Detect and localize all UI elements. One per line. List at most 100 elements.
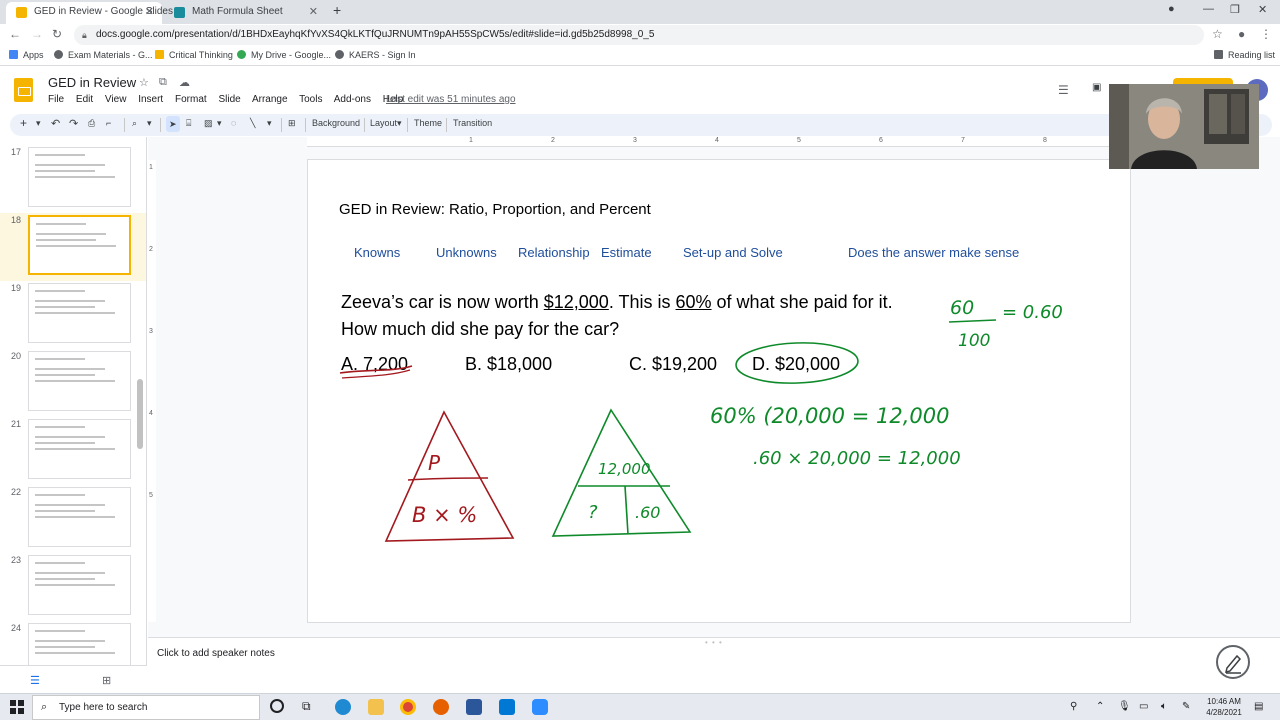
chevron-down-icon[interactable]: ▾ [147, 118, 152, 129]
chrome-icon[interactable] [400, 699, 416, 715]
zoom-icon[interactable]: ⌕ [132, 118, 137, 129]
taskbar-search[interactable]: ⌕ Type here to search [32, 695, 260, 720]
bookmark-apps[interactable]: Apps [9, 50, 44, 60]
grid-view-icon[interactable]: ⊞ [102, 674, 111, 687]
slide-thumbnail[interactable] [28, 555, 131, 615]
reading-list[interactable]: Reading list [1214, 50, 1275, 60]
select-cursor-icon[interactable]: ➤ [166, 116, 180, 132]
redo-icon[interactable]: ↷ [69, 117, 78, 130]
menu-arrange[interactable]: Arrange [252, 94, 288, 105]
slide-thumbnail[interactable] [28, 419, 131, 479]
mail-icon[interactable] [499, 699, 515, 715]
transition-button[interactable]: Transition [453, 118, 492, 128]
forward-arrow-icon[interactable]: → [31, 27, 43, 41]
more-menu-icon[interactable]: ⋮ [1260, 27, 1272, 41]
account-icon[interactable]: ● [1238, 27, 1245, 41]
speaker-notes[interactable]: • • • Click to add speaker notes [148, 637, 1280, 665]
windows-start-icon[interactable] [10, 700, 24, 714]
reload-icon[interactable]: ↻ [52, 27, 62, 41]
chevron-down-icon[interactable]: ▾ [267, 118, 272, 129]
slide-thumbnail[interactable] [28, 147, 131, 207]
chevron-up-icon[interactable]: ⌃ [1096, 701, 1104, 712]
address-bar[interactable]: 🔒︎ docs.google.com/presentation/d/1BHDxE… [74, 25, 1204, 45]
menu-addons[interactable]: Add-ons [334, 94, 371, 105]
slide-thumbnail[interactable] [28, 623, 131, 665]
menu-file[interactable]: File [48, 94, 64, 105]
document-title[interactable]: GED in Review [48, 75, 136, 90]
slides-logo-icon[interactable] [14, 78, 33, 102]
pen-tool-icon[interactable] [1216, 645, 1250, 679]
new-tab-button[interactable]: + [333, 2, 341, 18]
ruler-tick-label: 2 [551, 137, 555, 144]
system-clock[interactable]: 10:46 AM 4/28/2021 [1200, 696, 1248, 718]
move-folder-icon[interactable]: ⧉ [159, 76, 167, 89]
menu-tools[interactable]: Tools [299, 94, 322, 105]
store-icon[interactable] [466, 699, 482, 715]
file-explorer-icon[interactable] [368, 699, 384, 715]
cortana-icon[interactable] [270, 699, 284, 713]
slide-thumbnail[interactable] [28, 487, 131, 547]
bookmark-exam-materials[interactable]: Exam Materials - G... [54, 50, 153, 60]
close-icon[interactable]: ✕ [145, 2, 154, 22]
notifications-icon[interactable]: ▤ [1254, 701, 1263, 712]
filmstrip-view-icon[interactable]: ☰ [30, 674, 40, 687]
slide-thumbnail[interactable] [28, 351, 131, 411]
network-icon[interactable]: ▭ [1139, 701, 1148, 712]
bookmark-my-drive[interactable]: My Drive - Google... [237, 50, 331, 60]
line-icon[interactable]: ╲ [250, 118, 255, 129]
volume-icon[interactable]: 🔈︎ [1161, 701, 1167, 712]
layout-button[interactable]: Layout▾ [370, 118, 402, 129]
comment-history-icon[interactable]: ☰ [1058, 83, 1069, 97]
bookmark-star-icon[interactable]: ☆ [1212, 27, 1223, 41]
new-slide-icon[interactable]: + [20, 116, 27, 130]
menu-view[interactable]: View [105, 94, 127, 105]
background-button[interactable]: Background [312, 118, 360, 128]
star-icon[interactable]: ☆ [139, 76, 149, 89]
add-comment-icon[interactable]: ⊞ [288, 118, 296, 129]
menu-edit[interactable]: Edit [76, 94, 93, 105]
thumbnail-text-line [35, 584, 115, 586]
undo-icon[interactable]: ↶ [51, 117, 60, 130]
minimize-icon[interactable]: — [1203, 3, 1214, 15]
menu-insert[interactable]: Insert [138, 94, 163, 105]
slide-number: 22 [11, 487, 22, 497]
print-icon[interactable]: ⎙ [88, 118, 95, 129]
bookmark-kaers[interactable]: KAERS - Sign In [335, 50, 416, 60]
last-edit-link[interactable]: Last edit was 51 minutes ago [386, 94, 516, 105]
edge-icon[interactable] [335, 699, 351, 715]
thumbnail-text-line [35, 578, 95, 580]
pen-icon[interactable]: ✎ [1182, 701, 1190, 712]
bookmark-critical-thinking[interactable]: Critical Thinking [155, 50, 233, 60]
slide-canvas[interactable]: GED in Review: Ratio, Proportion, and Pe… [307, 159, 1131, 623]
notes-resize-handle[interactable]: • • • [705, 638, 723, 647]
theme-button[interactable]: Theme [414, 118, 442, 128]
shape-icon[interactable]: ◌ [231, 118, 236, 128]
restore-icon[interactable]: ❐ [1230, 3, 1240, 16]
speaker-notes-placeholder[interactable]: Click to add speaker notes [157, 648, 275, 659]
chevron-down-icon[interactable]: ▾ [36, 118, 41, 129]
tab-google-slides[interactable]: GED in Review - Google Slides ✕ [6, 2, 173, 24]
menu-slide[interactable]: Slide [218, 94, 240, 105]
close-icon[interactable]: ✕ [309, 2, 318, 22]
people-icon[interactable]: ⚲ [1070, 701, 1077, 712]
back-arrow-icon[interactable]: ← [9, 27, 21, 41]
cloud-status-icon[interactable]: ☁ [179, 76, 190, 89]
firefox-icon[interactable] [433, 699, 449, 715]
microphone-icon[interactable]: 🎙︎ [1118, 701, 1131, 712]
tab-math-formula-sheet[interactable]: Math Formula Sheet ✕ [164, 2, 326, 24]
window-close-icon[interactable]: ✕ [1258, 3, 1267, 16]
image-icon[interactable]: ▨ [204, 118, 213, 129]
view-toggles: ☰ ⊞ [0, 665, 147, 693]
zoom-app-icon[interactable] [532, 699, 548, 715]
filmstrip-scrollbar[interactable] [137, 379, 143, 449]
fraction-result: = 0.60 [1002, 302, 1063, 323]
slide-thumbnail[interactable] [28, 215, 131, 275]
task-view-icon[interactable]: ⧉ [302, 699, 318, 715]
profile-dot-icon[interactable]: ● [1168, 3, 1175, 15]
slide-thumbnail[interactable] [28, 283, 131, 343]
chevron-down-icon[interactable]: ▾ [217, 118, 222, 129]
menu-format[interactable]: Format [175, 94, 207, 105]
paint-format-icon[interactable]: ⌐ [106, 118, 111, 128]
text-box-icon[interactable]: ⌸ [186, 118, 191, 129]
browser-toolbar: ← → ↻ 🔒︎ docs.google.com/presentation/d/… [0, 24, 1280, 46]
